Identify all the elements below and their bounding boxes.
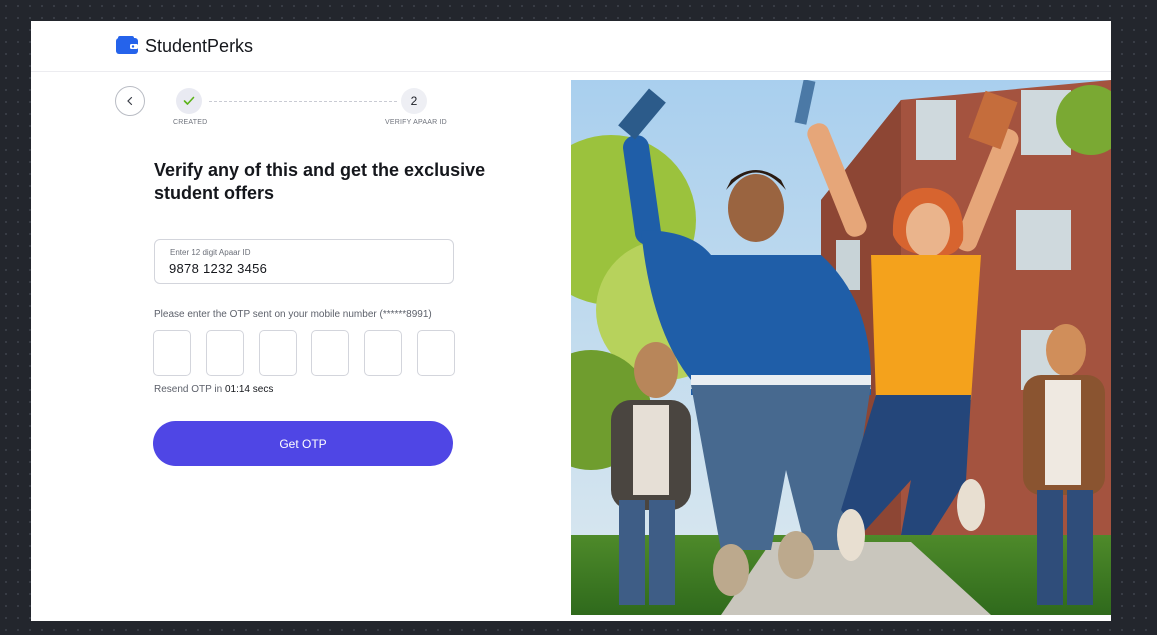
chevron-left-icon <box>127 96 133 106</box>
students-celebrating-image <box>571 80 1111 615</box>
back-button[interactable] <box>115 86 145 116</box>
resend-prefix: Resend OTP in <box>154 384 223 395</box>
otp-instruction: Please enter the OTP sent on your mobile… <box>154 309 432 320</box>
brand-name: StudentPerks <box>145 36 254 56</box>
check-icon <box>183 96 195 105</box>
apaar-id-field[interactable]: Enter 12 digit Apaar ID <box>154 239 454 284</box>
resend-timer: 01:14 secs <box>224 384 274 395</box>
page-title: Verify any of this and get the exclusive… <box>154 160 486 203</box>
wallet-icon <box>116 36 138 54</box>
apaar-id-label: Enter 12 digit Apaar ID <box>170 248 251 257</box>
app-window: StudentPerks 2 CREATED VERIFY APAAR ID V… <box>31 21 1111 621</box>
otp-digit-1[interactable] <box>153 330 191 376</box>
otp-digit-2[interactable] <box>205 330 244 376</box>
step-created-indicator <box>176 88 202 114</box>
apaar-id-input[interactable] <box>169 261 429 276</box>
otp-digit-6[interactable] <box>416 330 455 376</box>
otp-input-group <box>153 330 455 376</box>
otp-digit-5[interactable] <box>364 330 403 376</box>
step-connector <box>209 101 397 102</box>
step-verify-indicator: 2 <box>401 88 427 114</box>
otp-digit-3[interactable] <box>258 330 297 376</box>
get-otp-button[interactable]: Get OTP <box>153 421 453 466</box>
otp-digit-4[interactable] <box>311 330 350 376</box>
top-header: StudentPerks <box>31 21 1111 72</box>
step-verify-label: VERIFY APAAR ID <box>385 119 447 126</box>
resend-otp-text: Resend OTP in 01:14 secs <box>154 384 273 395</box>
step-created-label: CREATED <box>173 119 208 126</box>
